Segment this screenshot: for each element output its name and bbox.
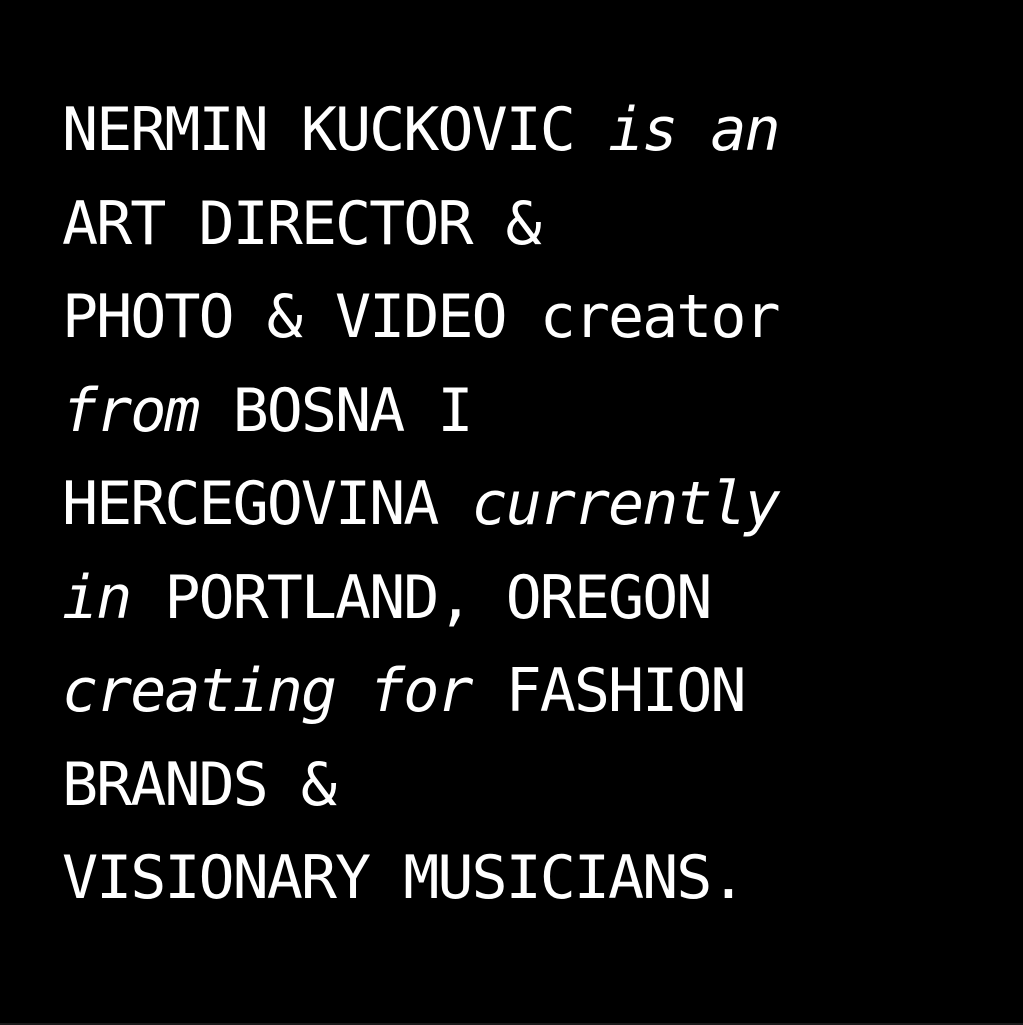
- role-photo-video: PHOTO & VIDEO: [62, 282, 508, 352]
- artist-name: NERMIN KUCKOVIC: [62, 95, 608, 165]
- client-musicians: VISIONARY MUSICIANS.: [62, 843, 746, 913]
- bio-line-5: HERCEGOVINA currently: [62, 458, 982, 552]
- bio-line-4: from BOSNA I: [62, 365, 982, 459]
- about-page: NERMIN KUCKOVIC is an ART DIRECTOR & PHO…: [0, 0, 1023, 1025]
- bio-line-1: NERMIN KUCKOVIC is an: [62, 84, 982, 178]
- connector-is-an: is an: [607, 95, 781, 165]
- connector-in: in: [62, 562, 132, 633]
- bio-line-8: BRANDS &: [62, 739, 982, 833]
- current-location: PORTLAND, OREGON: [130, 562, 712, 633]
- bio-line-6: in PORTLAND, OREGON: [62, 552, 982, 646]
- role-art-director: ART DIRECTOR &: [62, 188, 542, 259]
- client-fashion: FASHION: [471, 656, 747, 726]
- bio-line-9: VISIONARY MUSICIANS.: [62, 832, 982, 926]
- origin-country-part-2: HERCEGOVINA: [62, 469, 472, 539]
- role-creator: creator: [505, 282, 781, 352]
- connector-currently: currently: [471, 469, 780, 539]
- client-brands: BRANDS &: [62, 749, 337, 820]
- bio-line-7: creating for FASHION: [62, 645, 982, 739]
- origin-country-part-1: BOSNA I: [198, 375, 474, 446]
- bio-line-2: ART DIRECTOR &: [62, 178, 982, 272]
- connector-from: from: [62, 375, 200, 446]
- bio-line-3: PHOTO & VIDEO creator: [62, 271, 982, 365]
- connector-creating-for: creating for: [62, 656, 473, 726]
- artist-bio: NERMIN KUCKOVIC is an ART DIRECTOR & PHO…: [62, 84, 982, 926]
